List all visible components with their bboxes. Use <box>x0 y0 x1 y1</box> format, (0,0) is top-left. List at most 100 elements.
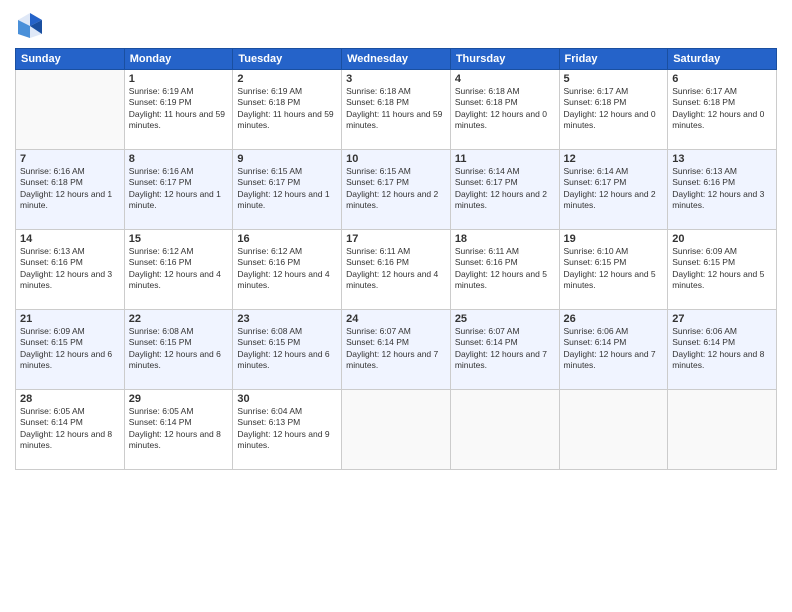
calendar-cell <box>668 390 777 470</box>
logo-icon <box>15 10 45 40</box>
calendar-cell <box>450 390 559 470</box>
day-info: Sunrise: 6:04 AMSunset: 6:13 PMDaylight:… <box>237 406 337 452</box>
day-number: 18 <box>455 233 555 245</box>
day-number: 28 <box>20 393 120 405</box>
calendar-cell: 13Sunrise: 6:13 AMSunset: 6:16 PMDayligh… <box>668 150 777 230</box>
day-info: Sunrise: 6:07 AMSunset: 6:14 PMDaylight:… <box>455 326 555 372</box>
column-header-sunday: Sunday <box>16 49 125 70</box>
day-info: Sunrise: 6:09 AMSunset: 6:15 PMDaylight:… <box>20 326 120 372</box>
day-number: 24 <box>346 313 446 325</box>
calendar-cell: 25Sunrise: 6:07 AMSunset: 6:14 PMDayligh… <box>450 310 559 390</box>
logo <box>15 10 49 40</box>
day-info: Sunrise: 6:15 AMSunset: 6:17 PMDaylight:… <box>237 166 337 212</box>
calendar-cell: 15Sunrise: 6:12 AMSunset: 6:16 PMDayligh… <box>124 230 233 310</box>
column-header-thursday: Thursday <box>450 49 559 70</box>
day-number: 1 <box>129 73 229 85</box>
calendar-cell: 27Sunrise: 6:06 AMSunset: 6:14 PMDayligh… <box>668 310 777 390</box>
day-info: Sunrise: 6:10 AMSunset: 6:15 PMDaylight:… <box>564 246 664 292</box>
calendar-header-row: SundayMondayTuesdayWednesdayThursdayFrid… <box>16 49 777 70</box>
day-info: Sunrise: 6:18 AMSunset: 6:18 PMDaylight:… <box>455 86 555 132</box>
day-number: 19 <box>564 233 664 245</box>
calendar-cell: 14Sunrise: 6:13 AMSunset: 6:16 PMDayligh… <box>16 230 125 310</box>
column-header-wednesday: Wednesday <box>342 49 451 70</box>
day-info: Sunrise: 6:17 AMSunset: 6:18 PMDaylight:… <box>564 86 664 132</box>
calendar-cell: 8Sunrise: 6:16 AMSunset: 6:17 PMDaylight… <box>124 150 233 230</box>
day-number: 30 <box>237 393 337 405</box>
day-number: 14 <box>20 233 120 245</box>
day-info: Sunrise: 6:14 AMSunset: 6:17 PMDaylight:… <box>455 166 555 212</box>
day-number: 25 <box>455 313 555 325</box>
day-number: 20 <box>672 233 772 245</box>
calendar-cell: 9Sunrise: 6:15 AMSunset: 6:17 PMDaylight… <box>233 150 342 230</box>
day-number: 12 <box>564 153 664 165</box>
day-info: Sunrise: 6:07 AMSunset: 6:14 PMDaylight:… <box>346 326 446 372</box>
day-number: 2 <box>237 73 337 85</box>
calendar-cell: 10Sunrise: 6:15 AMSunset: 6:17 PMDayligh… <box>342 150 451 230</box>
day-info: Sunrise: 6:14 AMSunset: 6:17 PMDaylight:… <box>564 166 664 212</box>
column-header-tuesday: Tuesday <box>233 49 342 70</box>
calendar-cell: 18Sunrise: 6:11 AMSunset: 6:16 PMDayligh… <box>450 230 559 310</box>
day-info: Sunrise: 6:15 AMSunset: 6:17 PMDaylight:… <box>346 166 446 212</box>
calendar-cell <box>342 390 451 470</box>
calendar-cell: 20Sunrise: 6:09 AMSunset: 6:15 PMDayligh… <box>668 230 777 310</box>
column-header-saturday: Saturday <box>668 49 777 70</box>
day-info: Sunrise: 6:05 AMSunset: 6:14 PMDaylight:… <box>20 406 120 452</box>
day-number: 13 <box>672 153 772 165</box>
calendar-cell: 21Sunrise: 6:09 AMSunset: 6:15 PMDayligh… <box>16 310 125 390</box>
calendar-week-row: 14Sunrise: 6:13 AMSunset: 6:16 PMDayligh… <box>16 230 777 310</box>
day-info: Sunrise: 6:06 AMSunset: 6:14 PMDaylight:… <box>672 326 772 372</box>
day-number: 3 <box>346 73 446 85</box>
calendar-week-row: 1Sunrise: 6:19 AMSunset: 6:19 PMDaylight… <box>16 70 777 150</box>
calendar-cell: 5Sunrise: 6:17 AMSunset: 6:18 PMDaylight… <box>559 70 668 150</box>
day-info: Sunrise: 6:16 AMSunset: 6:18 PMDaylight:… <box>20 166 120 212</box>
calendar-week-row: 21Sunrise: 6:09 AMSunset: 6:15 PMDayligh… <box>16 310 777 390</box>
day-number: 26 <box>564 313 664 325</box>
day-info: Sunrise: 6:19 AMSunset: 6:18 PMDaylight:… <box>237 86 337 132</box>
calendar-cell: 30Sunrise: 6:04 AMSunset: 6:13 PMDayligh… <box>233 390 342 470</box>
calendar-cell: 2Sunrise: 6:19 AMSunset: 6:18 PMDaylight… <box>233 70 342 150</box>
day-info: Sunrise: 6:16 AMSunset: 6:17 PMDaylight:… <box>129 166 229 212</box>
calendar-cell: 12Sunrise: 6:14 AMSunset: 6:17 PMDayligh… <box>559 150 668 230</box>
day-number: 4 <box>455 73 555 85</box>
day-info: Sunrise: 6:08 AMSunset: 6:15 PMDaylight:… <box>237 326 337 372</box>
column-header-monday: Monday <box>124 49 233 70</box>
calendar-cell: 1Sunrise: 6:19 AMSunset: 6:19 PMDaylight… <box>124 70 233 150</box>
page: SundayMondayTuesdayWednesdayThursdayFrid… <box>0 0 792 612</box>
day-number: 23 <box>237 313 337 325</box>
calendar-cell: 22Sunrise: 6:08 AMSunset: 6:15 PMDayligh… <box>124 310 233 390</box>
calendar-cell: 7Sunrise: 6:16 AMSunset: 6:18 PMDaylight… <box>16 150 125 230</box>
day-number: 16 <box>237 233 337 245</box>
calendar-week-row: 28Sunrise: 6:05 AMSunset: 6:14 PMDayligh… <box>16 390 777 470</box>
day-number: 17 <box>346 233 446 245</box>
day-number: 29 <box>129 393 229 405</box>
calendar-cell: 23Sunrise: 6:08 AMSunset: 6:15 PMDayligh… <box>233 310 342 390</box>
calendar-cell: 28Sunrise: 6:05 AMSunset: 6:14 PMDayligh… <box>16 390 125 470</box>
day-number: 22 <box>129 313 229 325</box>
calendar-cell <box>559 390 668 470</box>
day-info: Sunrise: 6:11 AMSunset: 6:16 PMDaylight:… <box>346 246 446 292</box>
day-number: 7 <box>20 153 120 165</box>
calendar-cell: 26Sunrise: 6:06 AMSunset: 6:14 PMDayligh… <box>559 310 668 390</box>
calendar-cell: 16Sunrise: 6:12 AMSunset: 6:16 PMDayligh… <box>233 230 342 310</box>
day-info: Sunrise: 6:13 AMSunset: 6:16 PMDaylight:… <box>20 246 120 292</box>
day-number: 6 <box>672 73 772 85</box>
day-info: Sunrise: 6:18 AMSunset: 6:18 PMDaylight:… <box>346 86 446 132</box>
calendar-cell: 3Sunrise: 6:18 AMSunset: 6:18 PMDaylight… <box>342 70 451 150</box>
day-info: Sunrise: 6:11 AMSunset: 6:16 PMDaylight:… <box>455 246 555 292</box>
day-number: 5 <box>564 73 664 85</box>
day-info: Sunrise: 6:05 AMSunset: 6:14 PMDaylight:… <box>129 406 229 452</box>
day-number: 11 <box>455 153 555 165</box>
calendar-cell: 29Sunrise: 6:05 AMSunset: 6:14 PMDayligh… <box>124 390 233 470</box>
calendar-cell: 6Sunrise: 6:17 AMSunset: 6:18 PMDaylight… <box>668 70 777 150</box>
calendar-table: SundayMondayTuesdayWednesdayThursdayFrid… <box>15 48 777 470</box>
day-info: Sunrise: 6:13 AMSunset: 6:16 PMDaylight:… <box>672 166 772 212</box>
calendar-cell: 17Sunrise: 6:11 AMSunset: 6:16 PMDayligh… <box>342 230 451 310</box>
day-info: Sunrise: 6:09 AMSunset: 6:15 PMDaylight:… <box>672 246 772 292</box>
day-number: 15 <box>129 233 229 245</box>
day-number: 9 <box>237 153 337 165</box>
day-info: Sunrise: 6:06 AMSunset: 6:14 PMDaylight:… <box>564 326 664 372</box>
day-number: 8 <box>129 153 229 165</box>
day-number: 21 <box>20 313 120 325</box>
column-header-friday: Friday <box>559 49 668 70</box>
calendar-cell: 11Sunrise: 6:14 AMSunset: 6:17 PMDayligh… <box>450 150 559 230</box>
